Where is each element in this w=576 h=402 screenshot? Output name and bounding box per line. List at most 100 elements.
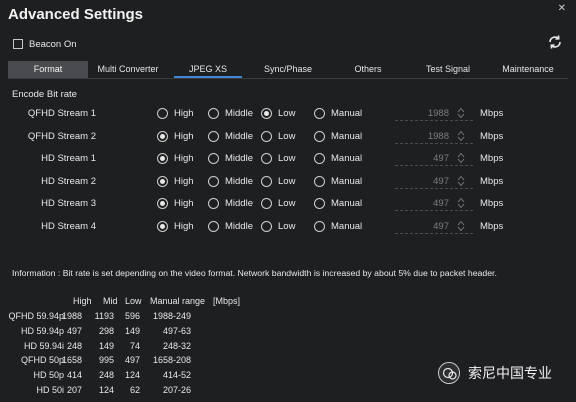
- radio-high[interactable]: High: [157, 153, 194, 164]
- radio-high[interactable]: High: [157, 220, 194, 232]
- radio-button-icon[interactable]: [314, 220, 325, 232]
- radio-middle[interactable]: Middle: [208, 220, 253, 232]
- radio-middle[interactable]: Middle: [208, 198, 253, 209]
- table-cell: 207: [66, 385, 82, 395]
- tab-format[interactable]: Format: [8, 61, 88, 78]
- radio-low[interactable]: Low: [261, 198, 295, 209]
- radio-button-icon[interactable]: [261, 153, 272, 164]
- radio-button-icon[interactable]: [208, 198, 219, 209]
- radio-button-icon[interactable]: [314, 153, 325, 164]
- radio-button-icon[interactable]: [208, 108, 219, 119]
- radio-label: Low: [278, 153, 296, 164]
- table-cell: 124: [124, 370, 140, 381]
- manual-bitrate-input[interactable]: 497: [395, 151, 473, 166]
- table-cell: 248: [66, 340, 82, 351]
- table-row: QFHD 59.94p 1988 1193 596 1988-249: [0, 311, 576, 326]
- table-row: HD 59.94i 248 149 74 248-32: [0, 341, 576, 356]
- spinner-arrows-icon[interactable]: [457, 220, 465, 232]
- close-icon[interactable]: ✕: [558, 3, 566, 14]
- radio-middle[interactable]: Middle: [208, 153, 253, 164]
- radio-button-icon[interactable]: [208, 153, 219, 164]
- stream-name: QFHD Stream 2: [27, 130, 96, 142]
- spinner-arrows-icon[interactable]: [457, 130, 465, 142]
- manual-bitrate-input[interactable]: 1988: [395, 106, 473, 121]
- radio-button-icon[interactable]: [261, 130, 272, 142]
- radio-label: Manual: [331, 130, 363, 142]
- manual-bitrate-input[interactable]: 1988: [395, 129, 473, 144]
- radio-manual[interactable]: Manual: [314, 153, 362, 164]
- table-header: [Mbps]: [213, 296, 241, 306]
- radio-button-icon[interactable]: [314, 175, 325, 187]
- radio-label: Middle: [225, 220, 253, 232]
- radio-high[interactable]: High: [157, 198, 194, 209]
- radio-button-icon[interactable]: [157, 108, 168, 119]
- tab-test-signal[interactable]: Test Signal: [408, 61, 488, 78]
- radio-manual[interactable]: Manual: [314, 130, 363, 142]
- radio-manual[interactable]: Manual: [314, 220, 362, 232]
- radio-low[interactable]: Low: [261, 130, 295, 142]
- beacon-checkbox[interactable]: [13, 39, 23, 49]
- radio-button-icon[interactable]: [314, 130, 325, 142]
- stream-name: HD Stream 1: [41, 153, 96, 164]
- radio-button-icon[interactable]: [157, 175, 168, 187]
- radio-label: Low: [278, 175, 296, 187]
- spinner-arrows-icon[interactable]: [457, 152, 465, 164]
- bitrate-value: 1988: [427, 130, 449, 142]
- radio-manual[interactable]: Manual: [314, 198, 362, 209]
- tab-multi-converter[interactable]: Multi Converter: [88, 61, 168, 78]
- refresh-icon[interactable]: [547, 34, 563, 50]
- radio-label: Middle: [225, 108, 253, 119]
- radio-high[interactable]: High: [157, 108, 194, 119]
- table-cell: 124: [98, 385, 114, 395]
- radio-button-icon[interactable]: [314, 108, 325, 119]
- radio-label: Low: [278, 198, 296, 209]
- radio-low[interactable]: Low: [261, 153, 295, 164]
- manual-bitrate-input[interactable]: 497: [395, 219, 473, 234]
- spinner-arrows-icon[interactable]: [457, 175, 465, 187]
- radio-middle[interactable]: Middle: [208, 175, 253, 187]
- information-text: Information : Bit rate is set depending …: [12, 268, 497, 278]
- table-cell: 1988: [61, 311, 82, 321]
- stream-row: HD Stream 1 High Middle Low Manual 497 Mbps: [0, 151, 576, 167]
- tab-others[interactable]: Others: [328, 61, 408, 78]
- tab-jpeg-xs[interactable]: JPEG XS: [168, 61, 248, 78]
- radio-high[interactable]: High: [157, 175, 194, 187]
- stream-name: HD Stream 2: [41, 175, 96, 187]
- title-bar: Advanced Settings ✕: [0, 0, 576, 30]
- beacon-toggle[interactable]: Beacon On: [13, 37, 77, 51]
- radio-manual[interactable]: Manual: [314, 175, 362, 187]
- radio-middle[interactable]: Middle: [208, 130, 253, 142]
- radio-button-icon[interactable]: [208, 130, 219, 142]
- radio-button-icon[interactable]: [157, 153, 168, 164]
- radio-button-icon[interactable]: [208, 175, 219, 187]
- unit-label: Mbps: [480, 130, 504, 142]
- radio-button-icon[interactable]: [314, 198, 325, 209]
- table-cell: 1658-208: [152, 355, 191, 366]
- manual-bitrate-input[interactable]: 497: [395, 174, 473, 189]
- radio-label: Middle: [225, 175, 253, 187]
- radio-button-icon[interactable]: [261, 198, 272, 209]
- radio-low[interactable]: Low: [261, 175, 296, 187]
- unit-label: Mbps: [480, 153, 504, 164]
- radio-button-icon[interactable]: [261, 220, 272, 232]
- spinner-arrows-icon[interactable]: [457, 107, 465, 119]
- radio-button-icon[interactable]: [157, 130, 168, 142]
- radio-label: High: [174, 153, 194, 164]
- spinner-arrows-icon[interactable]: [457, 197, 465, 209]
- radio-button-icon[interactable]: [261, 175, 272, 187]
- radio-button-icon[interactable]: [157, 198, 168, 209]
- radio-manual[interactable]: Manual: [314, 108, 362, 119]
- unit-label: Mbps: [480, 198, 504, 209]
- radio-button-icon[interactable]: [157, 220, 168, 232]
- radio-low[interactable]: Low: [261, 220, 295, 232]
- tab-sync-phase[interactable]: Sync/Phase: [248, 61, 328, 78]
- radio-low[interactable]: Low: [261, 108, 295, 119]
- radio-button-icon[interactable]: [261, 108, 272, 119]
- radio-middle[interactable]: Middle: [208, 108, 253, 119]
- radio-label: Manual: [331, 153, 363, 164]
- manual-bitrate-input[interactable]: 497: [395, 196, 473, 211]
- radio-button-icon[interactable]: [208, 220, 219, 232]
- table-header-row: High Mid Low Manual range [Mbps]: [0, 296, 320, 311]
- radio-high[interactable]: High: [157, 130, 194, 142]
- tab-maintenance[interactable]: Maintenance: [488, 61, 568, 78]
